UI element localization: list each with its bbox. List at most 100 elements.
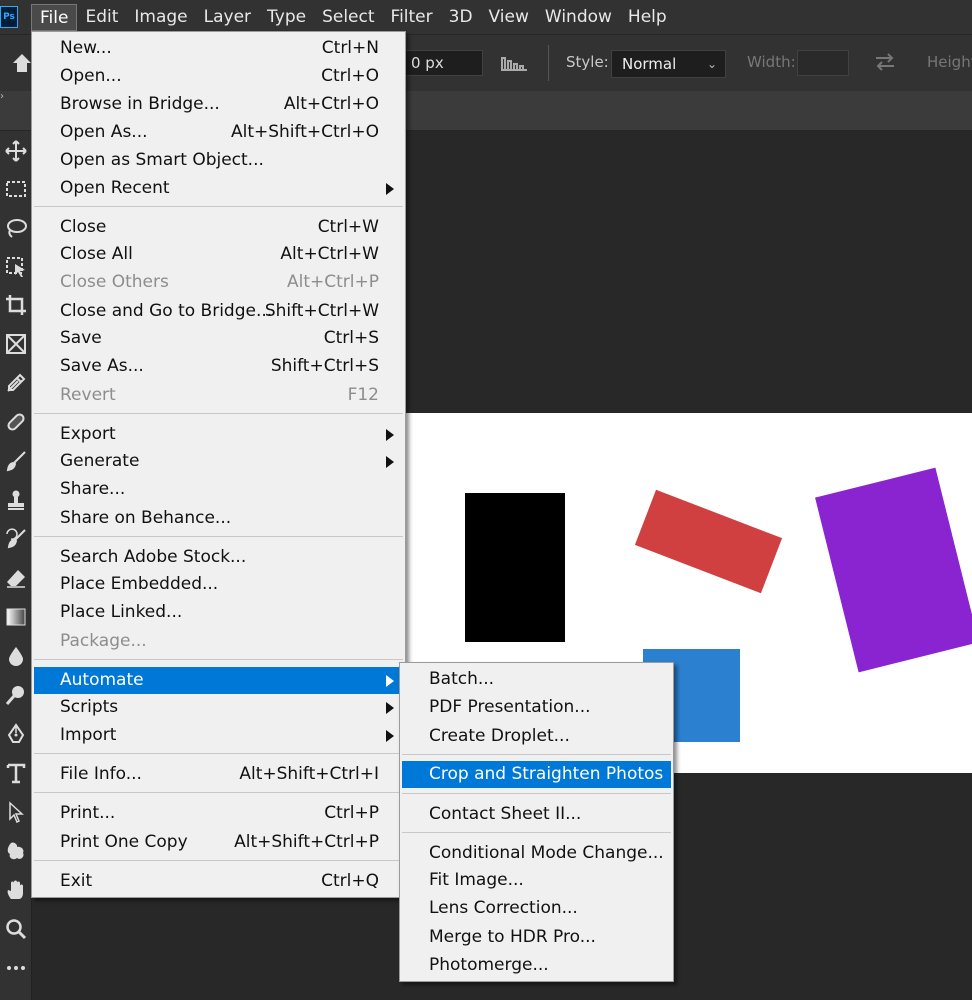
submenu-arrow-icon	[386, 456, 394, 468]
menu-edit[interactable]: Edit	[77, 4, 126, 31]
menu-type[interactable]: Type	[259, 4, 314, 31]
menu-file[interactable]: File	[31, 4, 78, 31]
menu-item-lens-correction[interactable]: Lens Correction...	[402, 895, 671, 922]
panel-collapse-icon[interactable]: ›	[0, 91, 10, 103]
menu-item-open-as[interactable]: Open As... Alt+Shift+Ctrl+O	[34, 119, 403, 146]
pen-icon[interactable]	[2, 719, 30, 749]
menu-item-fit-image[interactable]: Fit Image...	[402, 867, 671, 894]
anti-alias-icon[interactable]	[500, 54, 530, 72]
brush-icon[interactable]	[2, 446, 30, 476]
menu-separator	[34, 792, 403, 793]
object-select-icon[interactable]	[2, 252, 30, 282]
chevron-down-icon: ⌄	[706, 57, 717, 71]
menu-3d[interactable]: 3D	[441, 4, 481, 31]
feather-input[interactable]: 0 px	[404, 50, 483, 76]
width-input[interactable]	[797, 50, 849, 76]
menu-item-place-embedded[interactable]: Place Embedded...	[34, 571, 403, 598]
menu-bar: Ps File Edit Image Layer Type Select Fil…	[0, 0, 972, 34]
eraser-icon[interactable]	[2, 563, 30, 593]
menu-item-batch[interactable]: Batch...	[402, 666, 671, 693]
menu-item-close-all[interactable]: Close All Alt+Ctrl+W	[34, 241, 403, 268]
more-icon[interactable]	[2, 953, 30, 983]
menu-item-new[interactable]: New... Ctrl+N	[34, 35, 403, 62]
menu-item-close[interactable]: Close Ctrl+W	[34, 214, 403, 241]
history-brush-icon[interactable]	[2, 524, 30, 554]
width-label: Width:	[747, 53, 796, 71]
menu-item-conditional-mode-change[interactable]: Conditional Mode Change...	[402, 840, 671, 867]
menu-item-print-one-copy[interactable]: Print One Copy Alt+Shift+Ctrl+P	[34, 829, 403, 856]
menu-item-photomerge[interactable]: Photomerge...	[402, 952, 671, 979]
menu-item-pdf-presentation[interactable]: PDF Presentation...	[402, 694, 671, 721]
blur-icon[interactable]	[2, 641, 30, 671]
menu-item-create-droplet[interactable]: Create Droplet...	[402, 723, 671, 750]
menu-item-share-on-behance[interactable]: Share on Behance...	[34, 505, 403, 532]
menu-item-file-info[interactable]: File Info... Alt+Shift+Ctrl+I	[34, 761, 403, 788]
menu-item-revert: Revert F12	[60, 385, 379, 405]
menu-item-close-others: Close Others Alt+Ctrl+P	[60, 272, 379, 292]
eyedropper-icon[interactable]	[2, 368, 30, 398]
menu-item-exit[interactable]: Exit Ctrl+Q	[34, 868, 403, 895]
style-select[interactable]: Normal ⌄	[611, 50, 726, 78]
zoom-icon[interactable]	[2, 914, 30, 944]
menu-view[interactable]: View	[481, 4, 537, 31]
menu-item-automate[interactable]: Automate	[34, 667, 403, 694]
menu-item-export[interactable]: Export	[34, 421, 403, 448]
menu-filter[interactable]: Filter	[383, 4, 441, 31]
menu-item-merge-to-hdr-pro[interactable]: Merge to HDR Pro...	[402, 924, 671, 951]
submenu-arrow-icon	[386, 702, 394, 714]
menu-item-browse-in-bridge[interactable]: Browse in Bridge... Alt+Ctrl+O	[34, 91, 403, 118]
menu-help[interactable]: Help	[620, 4, 675, 31]
submenu-arrow-icon	[386, 675, 394, 687]
gradient-icon[interactable]	[2, 602, 30, 632]
menu-item-open-as-smart-object[interactable]: Open as Smart Object...	[34, 147, 403, 174]
shape-icon[interactable]	[2, 836, 30, 866]
menu-item-save[interactable]: Save Ctrl+S	[34, 325, 403, 352]
menu-item-open[interactable]: Open... Ctrl+O	[34, 63, 403, 90]
menu-item-save-as[interactable]: Save As... Shift+Ctrl+S	[34, 353, 403, 380]
purple-rectangle	[815, 467, 972, 673]
frame-icon[interactable]	[2, 329, 30, 359]
hand-icon[interactable]	[2, 875, 30, 905]
black-rectangle	[465, 493, 565, 642]
marquee-icon[interactable]	[2, 174, 30, 204]
menu-item-import[interactable]: Import	[34, 722, 403, 749]
style-label: Style:	[566, 53, 609, 71]
healing-icon[interactable]	[2, 407, 30, 437]
submenu-arrow-icon	[386, 183, 394, 195]
menu-item-contact-sheet[interactable]: Contact Sheet II...	[402, 801, 671, 828]
menu-item-scripts[interactable]: Scripts	[34, 694, 403, 721]
menu-item-package: Package...	[60, 631, 147, 651]
home-icon[interactable]	[12, 51, 32, 75]
menu-item-open-recent[interactable]: Open Recent	[34, 175, 403, 202]
menu-item-close-and-go-to-bridge[interactable]: Close and Go to Bridge... Shift+Ctrl+W	[34, 298, 403, 325]
swap-icon[interactable]	[873, 51, 897, 73]
file-menu: New... Ctrl+N Open... Ctrl+O Browse in Bri…	[31, 31, 406, 898]
menu-item-generate[interactable]: Generate	[34, 448, 403, 475]
menu-layer[interactable]: Layer	[196, 4, 259, 31]
menu-separator	[402, 832, 671, 833]
style-select-value: Normal	[622, 55, 677, 73]
photoshop-logo[interactable]: Ps	[0, 6, 18, 28]
menu-item-search-adobe-stock[interactable]: Search Adobe Stock...	[34, 544, 403, 571]
automate-submenu: Batch... PDF Presentation... Create Drop…	[399, 662, 674, 982]
stamp-icon[interactable]	[2, 485, 30, 515]
menu-separator	[34, 536, 403, 537]
menu-window[interactable]: Window	[537, 4, 620, 31]
menu-separator	[402, 754, 671, 755]
lasso-icon[interactable]	[2, 213, 30, 243]
menu-image[interactable]: Image	[126, 4, 195, 31]
menu-item-place-linked[interactable]: Place Linked...	[34, 599, 403, 626]
menu-separator	[34, 753, 403, 754]
menu-item-print[interactable]: Print... Ctrl+P	[34, 800, 403, 827]
move-icon[interactable]	[2, 136, 30, 166]
type-icon[interactable]	[2, 758, 30, 788]
menu-separator	[402, 793, 671, 794]
menu-select[interactable]: Select	[314, 4, 382, 31]
menu-bar-items: File Edit Image Layer Type Select Filter…	[31, 4, 675, 31]
menu-item-crop-and-straighten-photos[interactable]: Crop and Straighten Photos	[402, 761, 671, 788]
path-select-icon[interactable]	[2, 797, 30, 827]
dodge-icon[interactable]	[2, 680, 30, 710]
menu-separator	[34, 659, 403, 660]
menu-item-share[interactable]: Share...	[34, 476, 403, 503]
crop-icon[interactable]	[2, 290, 30, 320]
